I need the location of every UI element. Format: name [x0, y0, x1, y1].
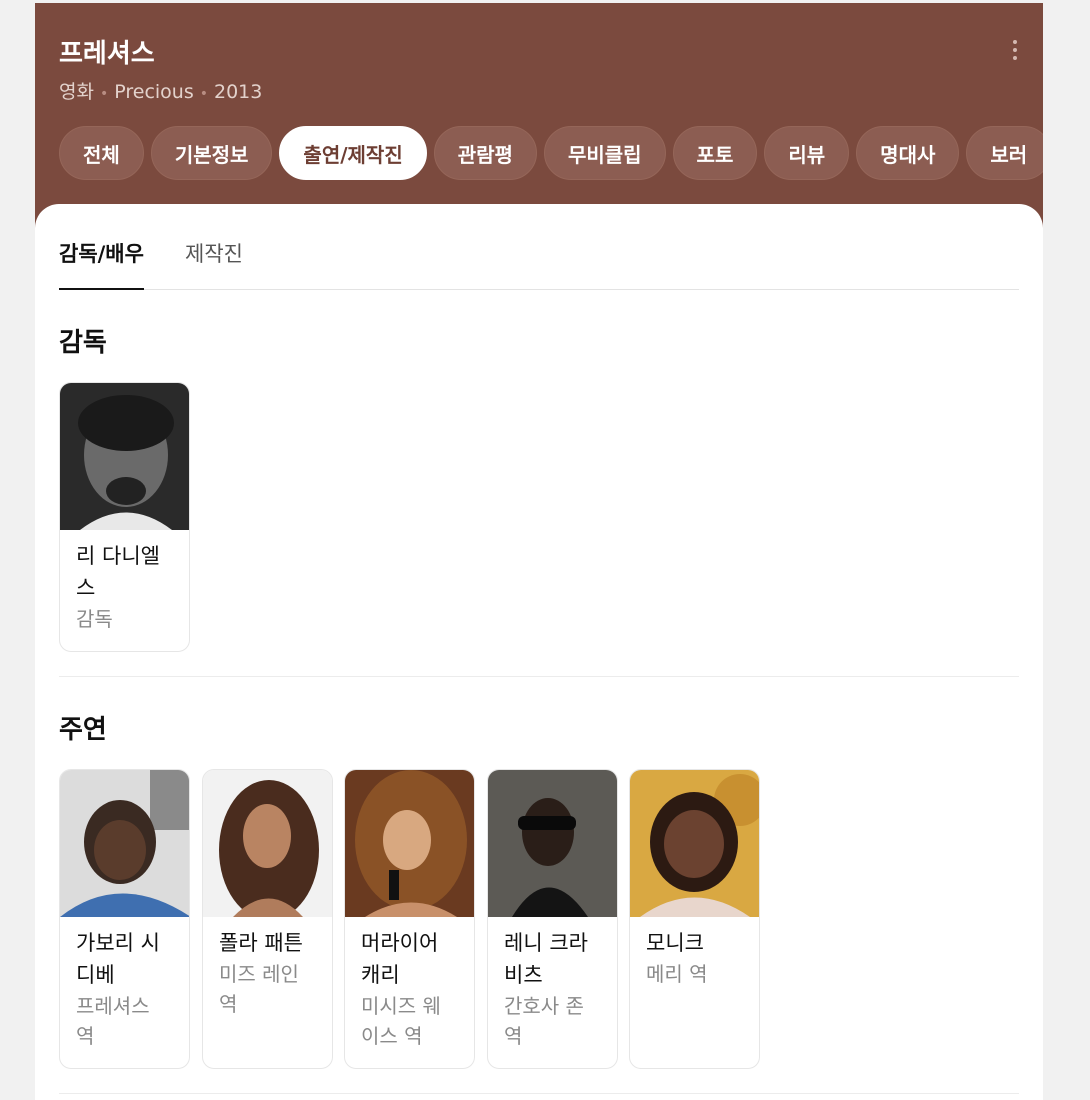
person-photo: [345, 770, 474, 917]
person-photo: [488, 770, 617, 917]
person-role: 프레셔스 역: [76, 994, 150, 1048]
movie-original-title: Precious: [114, 81, 194, 103]
subtab-crew[interactable]: 제작진: [185, 238, 243, 290]
director-section-title: 감독: [59, 328, 107, 358]
more-options-icon[interactable]: [1003, 35, 1027, 65]
person-name: 리 다니엘스: [76, 544, 160, 600]
section-divider: [59, 1093, 1019, 1094]
tab-photos[interactable]: 포토: [672, 126, 758, 180]
tab-basic-info[interactable]: 기본정보: [150, 126, 273, 180]
person-role: 감독: [76, 607, 113, 631]
movie-year: 2013: [214, 81, 263, 103]
person-card[interactable]: 폴라 패튼 미즈 레인 역: [202, 769, 333, 1069]
person-card[interactable]: 모니크 메리 역: [629, 769, 760, 1069]
tab-movie-clips[interactable]: 무비클립: [543, 126, 666, 180]
movie-title: 프레셔스: [59, 39, 155, 69]
separator-dot: •: [199, 86, 208, 102]
tab-watch[interactable]: 보러: [966, 126, 1043, 180]
movie-meta: 영화 • Precious • 2013: [59, 77, 262, 104]
cast-content: 감독/배우 제작진 감독 리 다니엘스 감독 주연 가보리 시디베 프레셔스 역…: [35, 204, 1043, 1100]
cast-section-title: 주연: [59, 715, 107, 745]
person-name: 가보리 시디베: [76, 931, 160, 987]
person-photo: [60, 383, 189, 530]
person-role: 미즈 레인 역: [219, 962, 299, 1016]
movie-type: 영화: [59, 81, 94, 103]
person-photo: [60, 770, 189, 917]
subtab-director-actors[interactable]: 감독/배우: [59, 238, 144, 290]
person-name: 모니크: [646, 931, 704, 955]
movie-panel: 프레셔스 영화 • Precious • 2013 전체 기본정보 출연/제작진 관람평…: [35, 3, 1043, 1100]
tab-cast-crew[interactable]: 출연/제작진: [279, 126, 427, 180]
section-divider: [59, 676, 1019, 677]
person-role: 미시즈 웨이스 역: [361, 994, 441, 1048]
movie-header: 프레셔스 영화 • Precious • 2013 전체 기본정보 출연/제작진 관람평…: [35, 3, 1043, 233]
person-name: 레니 크라비츠: [504, 931, 588, 987]
tab-all[interactable]: 전체: [59, 126, 144, 180]
person-role: 메리 역: [646, 962, 708, 986]
separator-dot: •: [99, 86, 109, 102]
person-card[interactable]: 레니 크라비츠 간호사 존 역: [487, 769, 618, 1069]
person-card[interactable]: 리 다니엘스 감독: [59, 382, 190, 652]
person-name: 머라이어 캐리: [361, 931, 439, 987]
subtab-bar: 감독/배우 제작진: [59, 204, 1019, 290]
person-card[interactable]: 머라이어 캐리 미시즈 웨이스 역: [344, 769, 475, 1069]
person-card[interactable]: 가보리 시디베 프레셔스 역: [59, 769, 190, 1069]
person-role: 간호사 존 역: [504, 994, 584, 1048]
person-photo: [203, 770, 332, 917]
section-tabs: 전체 기본정보 출연/제작진 관람평 무비클립 포토 리뷰 명대사 보러: [59, 126, 1043, 180]
person-name: 폴라 패튼: [219, 931, 303, 955]
tab-reviews[interactable]: 리뷰: [764, 126, 850, 180]
person-photo: [630, 770, 759, 917]
tab-quotes[interactable]: 명대사: [856, 126, 960, 180]
tab-ratings[interactable]: 관람평: [433, 126, 537, 180]
